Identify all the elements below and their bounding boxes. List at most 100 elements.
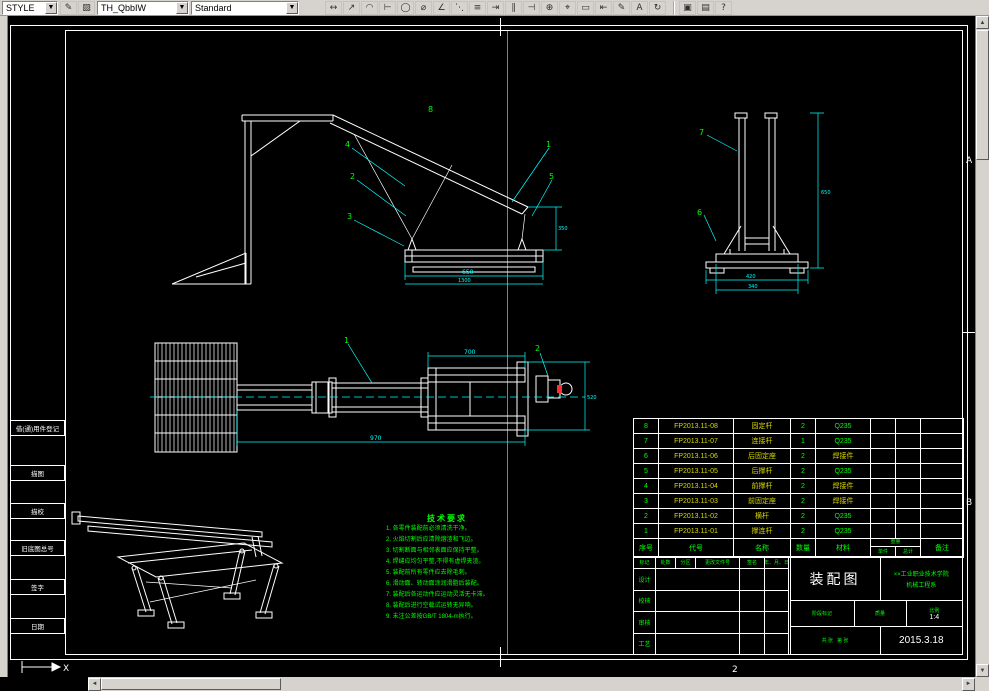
inspection-icon[interactable]: ▭ [577,0,594,15]
sign-signature [740,612,765,634]
svg-text:6: 6 [697,208,702,217]
continue-dimension-icon[interactable]: ⇥ [487,0,504,15]
status-area [0,677,88,691]
svg-text:1: 1 [546,140,551,149]
angular-dimension-icon[interactable]: ∠ [433,0,450,15]
chevron-down-icon[interactable]: ▼ [286,1,298,14]
bom-name: 撑连杆 [733,523,791,539]
vertical-scrollbar[interactable]: ▲ ▼ [975,16,989,677]
bom-no: 1 [633,523,659,539]
tech-req-line: 8. 装配后进行空载试运转无异响。 [386,603,477,609]
svg-text:7: 7 [699,128,704,137]
sign-label: 审核 [634,612,656,634]
bom-remark [920,463,964,479]
margin-label: 旧底图总号 [10,540,65,556]
bom-code: FP2013.11-05 [658,463,734,479]
dim-base-width2: 340 [748,284,758,290]
standard-combo[interactable]: Standard ▼ [191,0,299,15]
rev-header: 更改文件号 [696,557,740,569]
diameter-dimension-icon[interactable]: ⌀ [415,0,432,15]
dimension-space-icon[interactable]: ∥ [505,0,522,15]
stage-cell: 阶段标记 [791,601,855,626]
ordinate-dimension-icon[interactable]: ⊢ [379,0,396,15]
tech-req-line: 6. 滑动面、转动面涂润滑脂后装配。 [386,581,483,587]
front-view [705,112,809,274]
rev-header: 年、月、日 [765,557,789,569]
drawing-canvas[interactable]: A B 2 650 1300 350 8 4 1 2 5 3 420 340 6… [0,16,989,677]
jogged-linear-icon[interactable]: ⇤ [595,0,612,15]
horizontal-scrollbar[interactable] [101,678,962,691]
bom-row: 6 FP2013.11-06 后固定座 2 焊接件 [633,448,964,464]
text-style-icon[interactable]: ✎ [60,0,77,15]
bom-qty: 2 [790,508,816,524]
aligned-dimension-icon[interactable]: ↗ [343,0,360,15]
side-view [171,114,544,285]
bom-material: Q235 [815,418,871,434]
organization-cell: ××工业职业技术学院 机械工程系 [881,557,962,600]
scroll-down-icon[interactable]: ▼ [976,664,989,677]
scroll-up-icon[interactable]: ▲ [976,16,989,29]
dimension-edit-icon[interactable]: ✎ [613,0,630,15]
rev-header: 分区 [676,557,696,569]
quick-dimension-icon[interactable]: ⋱ [451,0,468,15]
bom-qty: 2 [790,493,816,509]
bom-total-weight [895,478,921,494]
dim-side-height: 350 [558,226,568,232]
linear-dimension-icon[interactable]: ↔ [325,0,342,15]
scroll-right-icon[interactable]: ► [962,677,975,691]
dimension-break-icon[interactable]: ⊣ [523,0,540,15]
tolerance-icon[interactable]: ⊕ [541,0,558,15]
baseline-dimension-icon[interactable]: ≡ [469,0,486,15]
bom-row: 1 FP2013.11-01 撑连杆 2 Q235 [633,523,964,539]
dim-style-combo[interactable]: TH_QbbIW ▼ [97,0,189,15]
bom-qty: 2 [790,523,816,539]
bom-code: FP2013.11-03 [658,493,734,509]
bom-row: 5 FP2013.11-05 后撑杆 2 Q235 [633,463,964,479]
bom-row: 3 FP2013.11-03 前固定座 2 焊接件 [633,493,964,509]
chevron-down-icon[interactable]: ▼ [176,1,188,14]
plan-view [154,342,573,453]
bom-header-qty: 数量 [790,538,816,558]
dimension-text-edit-icon[interactable]: A [631,0,648,15]
bom-unit-weight [870,478,896,494]
zone-number-bottom: 2 [732,665,738,675]
vertical-scroll-thumb[interactable] [976,30,989,160]
margin-label: 日期 [10,618,65,634]
bom-unit-weight [870,448,896,464]
horizontal-scroll-thumb[interactable] [101,678,281,690]
cad-window: STYLE ▼ ✎ ▨ TH_QbbIW ▼ Standard ▼ ↔ ↗ ◠ ⊢ ◯ ⌀ ∠… [0,0,989,691]
dimension-update-icon[interactable]: ↻ [649,0,666,15]
side-view-balloons: 8 4 1 2 5 3 [345,105,554,221]
bom-no: 5 [633,463,659,479]
bom-code: FP2013.11-02 [658,508,734,524]
dim-style-compare-icon[interactable]: ▣ [679,0,696,15]
tech-req-line: 9. 未注公差按GB/T 1804-m执行。 [386,614,477,620]
center-mark-icon[interactable]: ⌖ [559,0,576,15]
dim-platform-width: 650 [462,269,474,276]
bom-unit-weight [870,463,896,479]
bom-remark [920,478,964,494]
scroll-left-icon[interactable]: ◄ [88,677,101,691]
bom-no: 6 [633,448,659,464]
match-style-icon[interactable]: ▨ [78,0,95,15]
title-block: 标记 处数 分区 更改文件号 签名 年、月、日 设计 校核 审核 工艺 装配图 … [633,556,963,655]
bom-qty: 2 [790,418,816,434]
dim-base-width: 420 [746,274,756,280]
dim-plan-right: 520 [587,395,597,401]
arc-length-dimension-icon[interactable]: ◠ [361,0,378,15]
bom-remark [920,523,964,539]
front-view-balloons: 7 6 [697,128,704,217]
dimension-toolbar: STYLE ▼ ✎ ▨ TH_QbbIW ▼ Standard ▼ ↔ ↗ ◠ ⊢ ◯ ⌀ ∠… [0,0,989,16]
style-tools: ▣ ▤? [679,0,732,15]
bom-header-remark: 备注 [920,538,964,558]
sign-label: 工艺 [634,633,656,655]
dim-plan-top: 700 [464,349,476,356]
help-icon[interactable]: ? [715,0,732,15]
text-style-combo[interactable]: STYLE ▼ [2,0,58,15]
drawing-date: 2015.3.18 [899,635,944,646]
chevron-down-icon[interactable]: ▼ [45,1,57,14]
bom-no: 2 [633,508,659,524]
radius-dimension-icon[interactable]: ◯ [397,0,414,15]
sign-blank [656,569,740,591]
dim-style-manager-icon[interactable]: ▤ [697,0,714,15]
